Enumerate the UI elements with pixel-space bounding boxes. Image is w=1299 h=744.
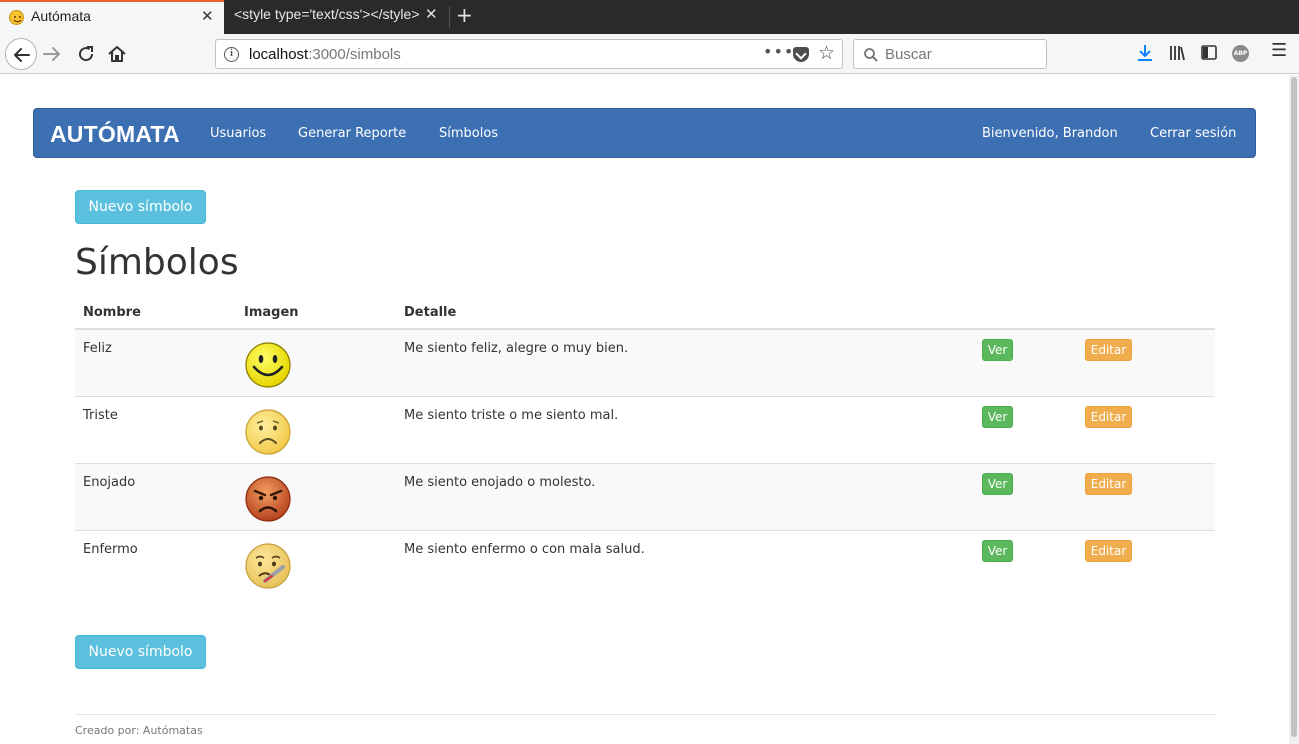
tab-automata[interactable]: Autómata ✕ — [0, 0, 224, 34]
address-bar[interactable]: i localhost:3000/simbols ••• ☆ — [215, 39, 843, 69]
sidebar-icon[interactable] — [1200, 43, 1218, 63]
nav-link-simbolos[interactable]: Símbolos — [439, 126, 498, 141]
edit-button[interactable]: Editar — [1085, 406, 1132, 428]
new-tab-icon[interactable]: + — [456, 3, 473, 27]
edit-button[interactable]: Editar — [1085, 473, 1132, 495]
footer-credit: Creado por: Autómatas — [75, 724, 203, 737]
symbol-detail: Me siento feliz, alegre o muy bien. — [404, 341, 629, 356]
brand-logo[interactable]: AUTÓMATA — [50, 121, 180, 148]
search-placeholder: Buscar — [885, 46, 932, 63]
view-button[interactable]: Ver — [982, 540, 1013, 562]
forward-arrow-icon[interactable] — [40, 42, 64, 66]
tab-close-icon[interactable]: ✕ — [201, 7, 214, 25]
view-button[interactable]: Ver — [982, 473, 1013, 495]
url-text: localhost:3000/simbols — [249, 46, 401, 63]
symbol-detail: Me siento enfermo o con mala salud. — [404, 542, 645, 557]
browser-toolbar: i localhost:3000/simbols ••• ☆ Buscar AB… — [0, 34, 1299, 74]
tab-separator — [449, 6, 450, 28]
edit-button[interactable]: Editar — [1085, 339, 1132, 361]
symbol-name: Triste — [83, 408, 118, 423]
column-header-detalle: Detalle — [404, 305, 457, 320]
nav-link-usuarios[interactable]: Usuarios — [210, 126, 266, 141]
pocket-icon[interactable] — [793, 47, 809, 62]
table-row: Enfermo Me siento enfermo o con mala sal… — [75, 530, 1215, 597]
back-arrow-icon[interactable] — [5, 38, 37, 70]
page-actions-icon[interactable]: ••• — [763, 42, 794, 61]
table-row: Feliz Me siento feliz, alegre o muy bien… — [75, 329, 1215, 396]
table-row: Enojado Me siento enojado o molesto. Ver… — [75, 463, 1215, 530]
page-title: Símbolos — [75, 242, 239, 283]
search-icon — [864, 48, 878, 62]
view-button[interactable]: Ver — [982, 406, 1013, 428]
view-button[interactable]: Ver — [982, 339, 1013, 361]
welcome-user[interactable]: Bienvenido, Brandon — [982, 126, 1118, 141]
nav-link-generar-reporte[interactable]: Generar Reporte — [298, 126, 406, 141]
bookmark-star-icon[interactable]: ☆ — [818, 42, 835, 64]
edit-button[interactable]: Editar — [1085, 540, 1132, 562]
symbol-name: Enojado — [83, 475, 136, 490]
adblock-icon[interactable]: ABP — [1232, 45, 1249, 62]
logout-link[interactable]: Cerrar sesión — [1150, 126, 1236, 141]
column-header-nombre: Nombre — [83, 305, 141, 320]
sick-face-icon — [245, 543, 291, 589]
tab-title: Autómata — [31, 8, 91, 24]
happy-face-icon — [245, 342, 291, 388]
browser-tab-bar: Autómata ✕ <style type='text/css'></styl… — [0, 0, 1299, 34]
column-header-imagen: Imagen — [244, 305, 299, 320]
info-icon[interactable]: i — [224, 47, 239, 62]
page-content: AUTÓMATA Usuarios Generar Reporte Símbol… — [0, 75, 1289, 744]
symbol-name: Enfermo — [83, 542, 138, 557]
home-icon[interactable] — [105, 42, 129, 66]
app-navbar: AUTÓMATA Usuarios Generar Reporte Símbol… — [33, 108, 1256, 158]
angry-face-icon — [245, 476, 291, 522]
library-icon[interactable] — [1168, 43, 1186, 63]
hamburger-menu-icon[interactable]: ☰ — [1271, 40, 1287, 61]
download-icon[interactable] — [1136, 43, 1154, 63]
tab-close-icon[interactable]: ✕ — [425, 5, 438, 23]
smiley-favicon-icon — [9, 10, 24, 25]
symbol-detail: Me siento triste o me siento mal. — [404, 408, 619, 423]
new-symbol-button-top[interactable]: Nuevo símbolo — [75, 190, 206, 224]
new-symbol-button-bottom[interactable]: Nuevo símbolo — [75, 635, 206, 669]
table-row: Triste Me siento triste o me siento mal.… — [75, 396, 1215, 463]
symbol-detail: Me siento enojado o molesto. — [404, 475, 596, 490]
footer-divider — [75, 714, 1215, 715]
tab-style[interactable]: <style type='text/css'></style> ✕ — [224, 0, 450, 34]
page-scrollbar[interactable] — [1289, 75, 1299, 744]
sad-face-icon — [245, 409, 291, 455]
reload-icon[interactable] — [74, 42, 98, 66]
search-bar[interactable]: Buscar — [853, 39, 1047, 69]
symbol-name: Feliz — [83, 341, 112, 356]
tab-title: <style type='text/css'></style> — [234, 6, 420, 22]
